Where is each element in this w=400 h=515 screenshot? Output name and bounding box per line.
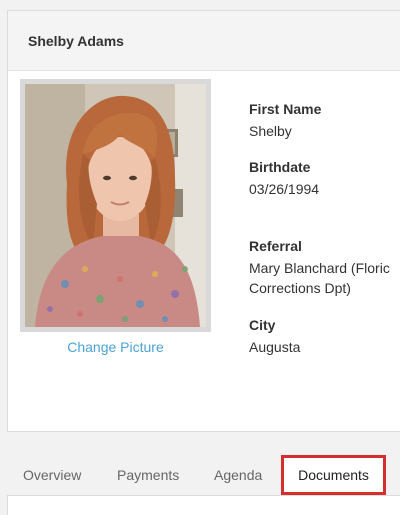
change-picture-link[interactable]: Change Picture	[20, 339, 211, 355]
first-name-value: Shelby	[249, 123, 292, 139]
referral-value-line2: Corrections Dpt)	[249, 280, 351, 296]
tab-overview[interactable]: Overview	[23, 455, 81, 495]
first-name-field: First Name Shelby	[249, 101, 321, 141]
tab-agenda[interactable]: Agenda	[214, 455, 262, 495]
referral-label: Referral	[249, 238, 302, 254]
birthdate-field: Birthdate 03/26/1994	[249, 159, 319, 199]
first-name-label: First Name	[249, 101, 322, 117]
tab-bar: Overview Payments Agenda Documents	[7, 455, 400, 495]
tab-documents[interactable]: Documents	[281, 455, 386, 495]
birthdate-value: 03/26/1994	[249, 181, 320, 197]
city-label: City	[249, 317, 276, 333]
profile-name: Shelby Adams	[28, 32, 124, 49]
tab-panel	[7, 495, 400, 515]
city-field: City Augusta	[249, 317, 300, 357]
referral-value-line1: Mary Blanchard (Floric	[249, 260, 390, 276]
city-value: Augusta	[249, 339, 301, 355]
tab-payments[interactable]: Payments	[117, 455, 179, 495]
profile-photo	[25, 84, 206, 327]
birthdate-label: Birthdate	[249, 159, 311, 175]
profile-header: Shelby Adams	[8, 11, 400, 71]
referral-field: Referral Mary Blanchard (Floric Correcti…	[249, 238, 390, 298]
profile-photo-frame	[20, 79, 211, 332]
